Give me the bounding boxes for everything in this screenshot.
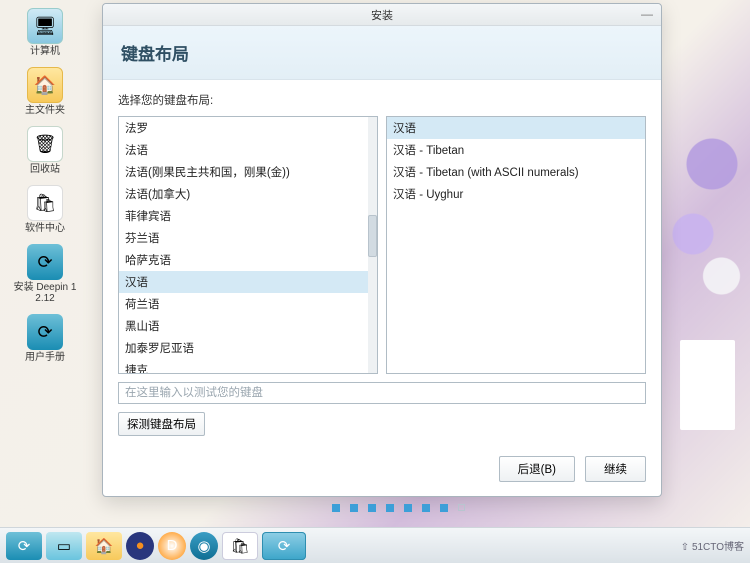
scrollbar-thumb[interactable] [368,215,377,257]
desktop-icon[interactable]: 🖥 计算机 [10,8,80,57]
system-tray[interactable]: ⇧ 51CTO博客 [681,538,744,553]
start-button[interactable]: ⟳ [6,532,42,560]
continue-button[interactable]: 继续 [585,456,646,482]
music-player-button[interactable]: ◉ [190,532,218,560]
show-desktop-button[interactable]: ▭ [46,532,82,560]
desktop-icon-label: 计算机 [30,46,60,57]
desktop-icon-label: 主文件夹 [25,105,65,116]
prompt-text: 选择您的键盘布局: [118,92,646,108]
footer-buttons: 后退(B) 继续 [103,446,661,496]
layout-lists: 法罗法语法语(刚果民主共和国，刚果(金))法语(加拿大)菲律宾语芬兰语哈萨克语汉… [118,116,646,374]
list-item[interactable]: 法语(刚果民主共和国，刚果(金)) [119,161,377,183]
desktop-icon[interactable]: 🛍 软件中心 [10,185,80,234]
language-listbox[interactable]: 法罗法语法语(刚果民主共和国，刚果(金))法语(加拿大)菲律宾语芬兰语哈萨克语汉… [118,116,378,374]
desktop-icon-label: 用户手册 [25,352,65,363]
list-item[interactable]: 汉语 - Tibetan (with ASCII numerals) [387,161,645,183]
list-item[interactable]: 汉语 - Tibetan [387,139,645,161]
list-item[interactable]: 捷克 [119,359,377,374]
desktop-icons: 🖥计算机🏠主文件夹🗑回收站🛍软件中心⟳安装 Deepin 1 2.12⟳用户手册 [10,8,90,363]
i-manual-icon: ⟳ [27,314,63,350]
list-item[interactable]: 汉语 - Uyghur [387,183,645,205]
i-trash-icon: 🗑 [27,126,63,162]
pager-dot [368,504,376,512]
minimize-icon[interactable]: — [639,7,655,21]
pager-dot [422,504,430,512]
pager-dot [350,504,358,512]
desktop-icon[interactable]: ⟳安装 Deepin 1 2.12 [10,244,80,304]
back-button[interactable]: 后退(B) [499,456,575,482]
pager-dot [386,504,394,512]
wallpaper-flowers [655,80,750,360]
desktop-icon[interactable]: ⟳ 用户手册 [10,314,80,363]
desktop-icon[interactable]: 🗑 回收站 [10,126,80,175]
installer-window: 安装 — 键盘布局 选择您的键盘布局: 法罗法语法语(刚果民主共和国，刚果(金)… [102,3,662,497]
list-item[interactable]: 法语 [119,139,377,161]
wallpaper-vase [680,340,735,430]
list-item[interactable]: 黑山语 [119,315,377,337]
list-item[interactable]: 法罗 [119,117,377,139]
pager-dot [458,504,465,511]
list-item[interactable]: 汉语 [119,271,377,293]
i-home-icon: 🏠 [27,67,63,103]
step-pager [332,504,465,512]
file-manager-button[interactable]: 🏠 [86,532,122,560]
list-item[interactable]: 加泰罗尼亚语 [119,337,377,359]
firefox-button[interactable]: ● [126,532,154,560]
i-computer-icon: 🖥 [27,8,63,44]
software-center-button[interactable]: 🛍 [222,532,258,560]
desktop-icon-label: 安装 Deepin 1 2.12 [14,282,77,304]
pager-dot [440,504,448,512]
list-item[interactable]: 芬兰语 [119,227,377,249]
pager-dot [332,504,340,512]
pager-dot [404,504,412,512]
taskbar: ⟳ ▭ 🏠 ● D ◉ 🛍 ⟳ ⇧ 51CTO博客 [0,527,750,563]
i-soft-icon: 🛍 [27,185,63,221]
browser-button[interactable]: D [158,532,186,560]
variant-listbox[interactable]: 汉语汉语 - Tibetan汉语 - Tibetan (with ASCII n… [386,116,646,374]
installer-task-button[interactable]: ⟳ [262,532,306,560]
window-title: 安装 [371,7,393,23]
list-item[interactable]: 汉语 [387,117,645,139]
content-area: 选择您的键盘布局: 法罗法语法语(刚果民主共和国，刚果(金))法语(加拿大)菲律… [103,80,661,446]
list-item[interactable]: 哈萨克语 [119,249,377,271]
detect-layout-button[interactable]: 探测键盘布局 [118,412,205,436]
titlebar: 安装 — [103,4,661,26]
desktop-icon-label: 回收站 [30,164,60,175]
page-header: 键盘布局 [103,26,661,80]
page-title: 键盘布局 [121,40,643,65]
desktop-icon-label: 软件中心 [25,223,65,234]
test-keyboard-input[interactable] [118,382,646,404]
list-item[interactable]: 法语(加拿大) [119,183,377,205]
list-item[interactable]: 荷兰语 [119,293,377,315]
i-install-icon: ⟳ [27,244,63,280]
desktop-icon[interactable]: 🏠 主文件夹 [10,67,80,116]
list-item[interactable]: 菲律宾语 [119,205,377,227]
